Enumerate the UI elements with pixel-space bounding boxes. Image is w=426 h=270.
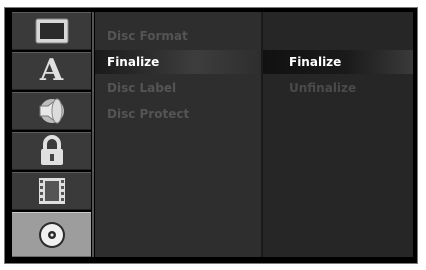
category-lock[interactable]: [12, 132, 91, 170]
submenu-item-unfinalize[interactable]: Unfinalize: [263, 76, 413, 100]
menu-item-disc-format[interactable]: Disc Format: [95, 24, 261, 48]
column-divider: [92, 12, 94, 257]
language-a-icon: A: [39, 53, 64, 88]
finalize-submenu: Finalize Unfinalize: [263, 12, 413, 257]
tv-screen-icon: [35, 18, 68, 44]
film-strip-icon: [38, 178, 65, 204]
padlock-icon: [40, 135, 63, 165]
speaker-audio-icon: [39, 97, 64, 125]
category-disc[interactable]: [12, 212, 91, 257]
disc-icon: [38, 221, 65, 248]
menu-item-disc-protect[interactable]: Disc Protect: [95, 102, 261, 126]
category-language[interactable]: A: [12, 52, 91, 90]
category-icon-column: A: [12, 12, 91, 257]
menu-item-finalize[interactable]: Finalize: [95, 50, 261, 74]
category-tv-screen[interactable]: [12, 12, 91, 50]
menu-item-disc-label[interactable]: Disc Label: [95, 76, 261, 100]
submenu-item-finalize[interactable]: Finalize: [263, 50, 413, 74]
disc-menu: Disc Format Finalize Disc Label Disc Pro…: [95, 12, 261, 257]
category-video[interactable]: [12, 172, 91, 210]
category-audio[interactable]: [12, 92, 91, 130]
